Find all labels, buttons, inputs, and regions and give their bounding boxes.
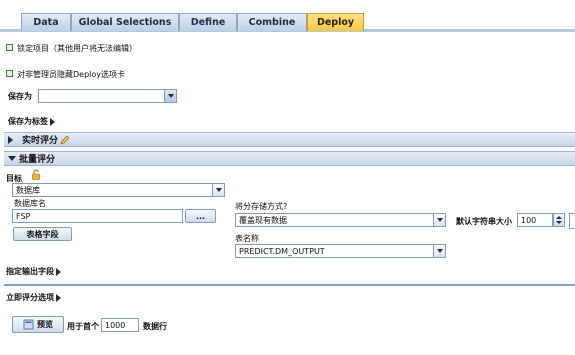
default-string-size-value: 100 (521, 215, 537, 225)
default-string-size-input[interactable]: 100 (517, 213, 553, 227)
table-name-select[interactable]: PREDICT.DM_OUTPUT (235, 244, 446, 258)
tab-data[interactable]: Data (21, 13, 71, 31)
save-as-label: 保存为 (8, 92, 32, 101)
caret-right-icon (56, 293, 61, 302)
output-fields-toggle[interactable]: 指定输出字段 (6, 266, 61, 277)
chevron-down-icon[interactable] (433, 214, 445, 226)
rows-suffix-label: 数据行 (143, 322, 167, 331)
storage-method-label: 将分存储方式? (235, 202, 288, 211)
tab-global-selections[interactable]: Global Selections (71, 13, 179, 31)
for-first-label: 用于首个 (67, 322, 99, 331)
table-name-label: 表名称 (235, 234, 259, 243)
batch-scoring-title: 批量评分 (19, 155, 56, 165)
caret-right-icon (8, 135, 13, 144)
default-string-size-label: 默认字符串大小 (456, 217, 512, 226)
lock-items-label: 锁定项目（其他用户将无法编辑） (17, 44, 137, 53)
divider (4, 284, 575, 286)
rows-count-input[interactable]: 1000 (101, 318, 139, 332)
caret-right-icon (50, 117, 55, 126)
hide-deploy-tab-label: 对非管理员隐藏Deploy选项卡 (17, 70, 126, 79)
realtime-scoring-section[interactable]: 实时评分 (4, 132, 575, 147)
chevron-down-icon[interactable] (433, 245, 445, 257)
output-fields-label: 指定输出字段 (6, 267, 54, 276)
caret-down-icon (8, 156, 16, 161)
tab-define[interactable]: Define (179, 13, 237, 31)
save-as-tag-label: 保存为标签 (8, 117, 48, 126)
save-as-select[interactable] (38, 89, 177, 103)
db-name-input[interactable]: FSP (12, 209, 183, 223)
spinner-arrows-icon (556, 216, 562, 224)
lock-icon (32, 169, 40, 180)
caret-right-icon (56, 267, 61, 276)
tab-deploy[interactable]: Deploy (307, 13, 364, 31)
db-name-label: 数据库名 (14, 199, 46, 208)
chevron-down-icon[interactable] (164, 90, 176, 102)
immediate-scoring-toggle[interactable]: 立即评分选项 (6, 292, 61, 303)
lock-items-checkbox[interactable] (6, 44, 13, 51)
string-size-spinner[interactable] (553, 213, 565, 227)
browse-button[interactable]: ... (185, 209, 216, 223)
realtime-scoring-title: 实时评分 (22, 136, 59, 146)
immediate-scoring-title: 立即评分选项 (6, 293, 54, 302)
target-selected: 数据库 (16, 185, 40, 195)
table-name-selected: PREDICT.DM_OUTPUT (239, 246, 325, 256)
target-select[interactable]: 数据库 (12, 183, 225, 197)
preview-icon (23, 319, 34, 330)
clipped-control (569, 213, 575, 229)
db-name-value: FSP (16, 211, 31, 221)
save-as-tag-toggle[interactable]: 保存为标签 (8, 116, 55, 127)
rows-count-value: 1000 (105, 320, 126, 330)
storage-method-select[interactable]: 覆盖现有数据 (235, 213, 446, 227)
preview-button-label: 预览 (37, 320, 53, 329)
edit-pencil-icon[interactable] (60, 135, 70, 145)
hide-deploy-tab-checkbox[interactable] (6, 70, 13, 77)
storage-method-selected: 覆盖现有数据 (239, 215, 287, 225)
tab-combine[interactable]: Combine (237, 13, 307, 31)
preview-button[interactable]: 预览 (12, 316, 64, 333)
table-fields-button[interactable]: 表格字段 (13, 227, 72, 241)
chevron-down-icon[interactable] (212, 184, 224, 196)
batch-scoring-section[interactable]: 批量评分 (4, 151, 575, 166)
